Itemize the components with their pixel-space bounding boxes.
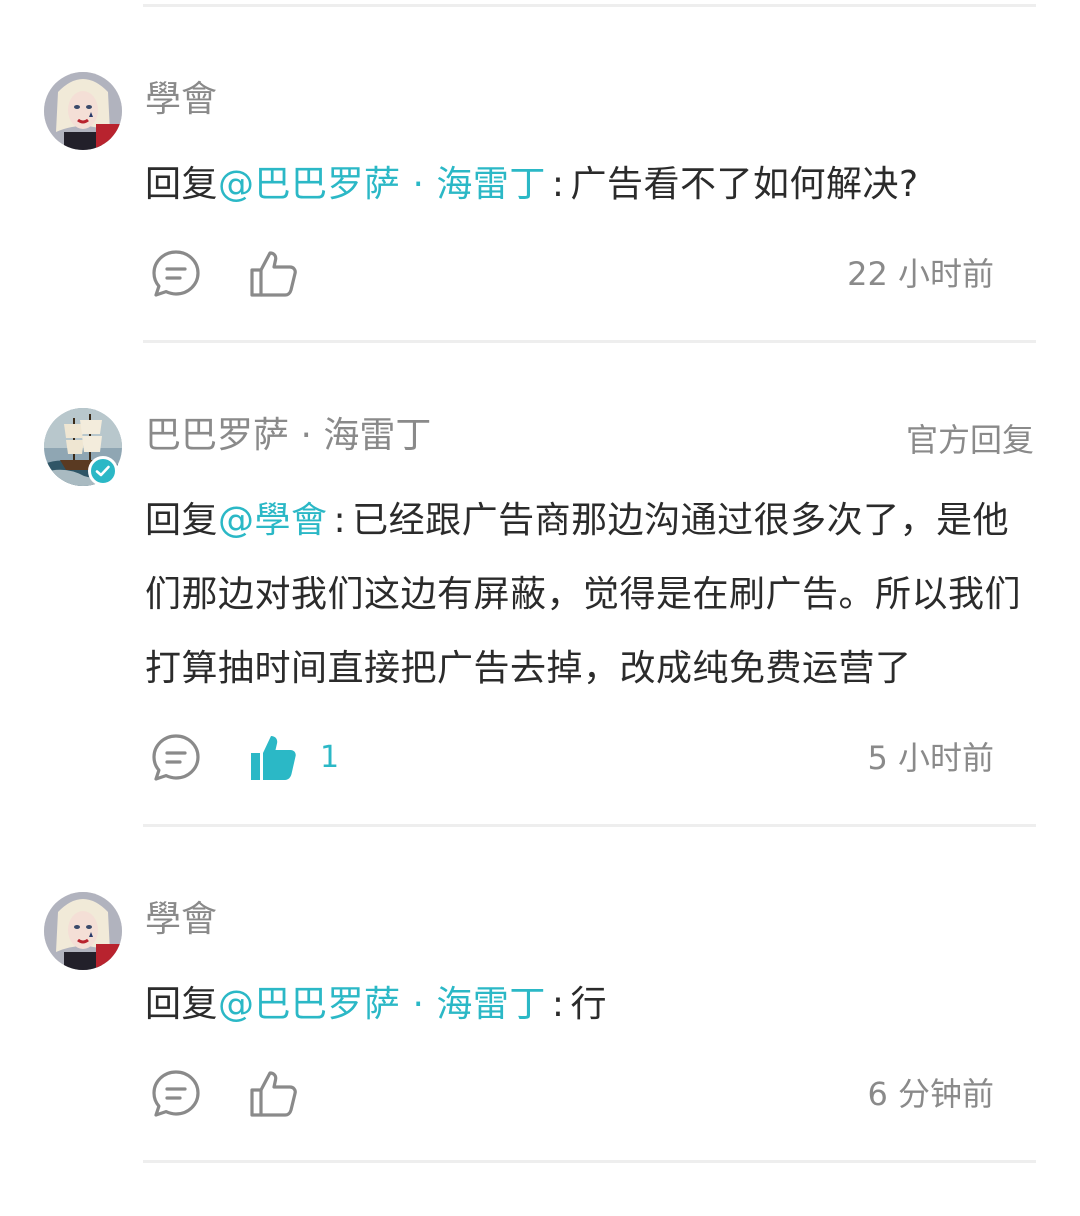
- comment-text: 回复@學會: 已经跟广告商那边沟通过很多次了，是他们那边对我们这边有屏蔽，觉得是在…: [145, 484, 1040, 706]
- reply-prefix: 回复: [145, 164, 219, 205]
- verified-badge-icon: [88, 456, 118, 486]
- avatar[interactable]: [44, 892, 122, 970]
- timestamp: 22 小时前: [847, 255, 994, 293]
- reply-prefix: 回复: [145, 500, 219, 541]
- username[interactable]: 巴巴罗萨 · 海雷丁: [145, 414, 431, 458]
- avatar[interactable]: [44, 72, 122, 150]
- action-bar: 1 5 小时前: [150, 732, 1040, 788]
- mention-link[interactable]: @巴巴罗萨 · 海雷丁: [218, 164, 546, 205]
- comment-icon[interactable]: [150, 1068, 202, 1120]
- separator: :: [551, 164, 565, 205]
- username[interactable]: 學會: [145, 78, 217, 122]
- thumbs-up-filled-icon[interactable]: [248, 732, 300, 784]
- mention-link[interactable]: @巴巴罗萨 · 海雷丁: [218, 984, 546, 1025]
- comment-content: 行: [570, 984, 608, 1025]
- comment-content: 广告看不了如何解决?: [570, 164, 919, 205]
- username[interactable]: 學會: [145, 898, 217, 942]
- divider: [143, 340, 1036, 343]
- action-bar: 22 小时前: [150, 248, 1040, 304]
- comment-text: 回复@巴巴罗萨 · 海雷丁: 行: [145, 968, 1040, 1042]
- divider: [143, 1160, 1036, 1163]
- separator: :: [551, 984, 565, 1025]
- like-count: 1: [320, 740, 340, 775]
- divider: [143, 824, 1036, 827]
- separator: :: [333, 500, 347, 541]
- comment-icon[interactable]: [150, 732, 202, 784]
- divider: [143, 4, 1036, 7]
- thumbs-up-outline-icon[interactable]: [248, 1068, 300, 1120]
- timestamp: 5 小时前: [867, 739, 994, 777]
- comment-icon[interactable]: [150, 248, 202, 300]
- action-bar: 6 分钟前: [150, 1068, 1040, 1124]
- timestamp: 6 分钟前: [867, 1075, 994, 1113]
- thumbs-up-outline-icon[interactable]: [248, 248, 300, 300]
- mention-link[interactable]: @學會: [218, 500, 328, 541]
- official-reply-badge: 官方回复: [905, 421, 1034, 459]
- reply-prefix: 回复: [145, 984, 219, 1025]
- comment-text: 回复@巴巴罗萨 · 海雷丁: 广告看不了如何解决?: [145, 148, 1040, 222]
